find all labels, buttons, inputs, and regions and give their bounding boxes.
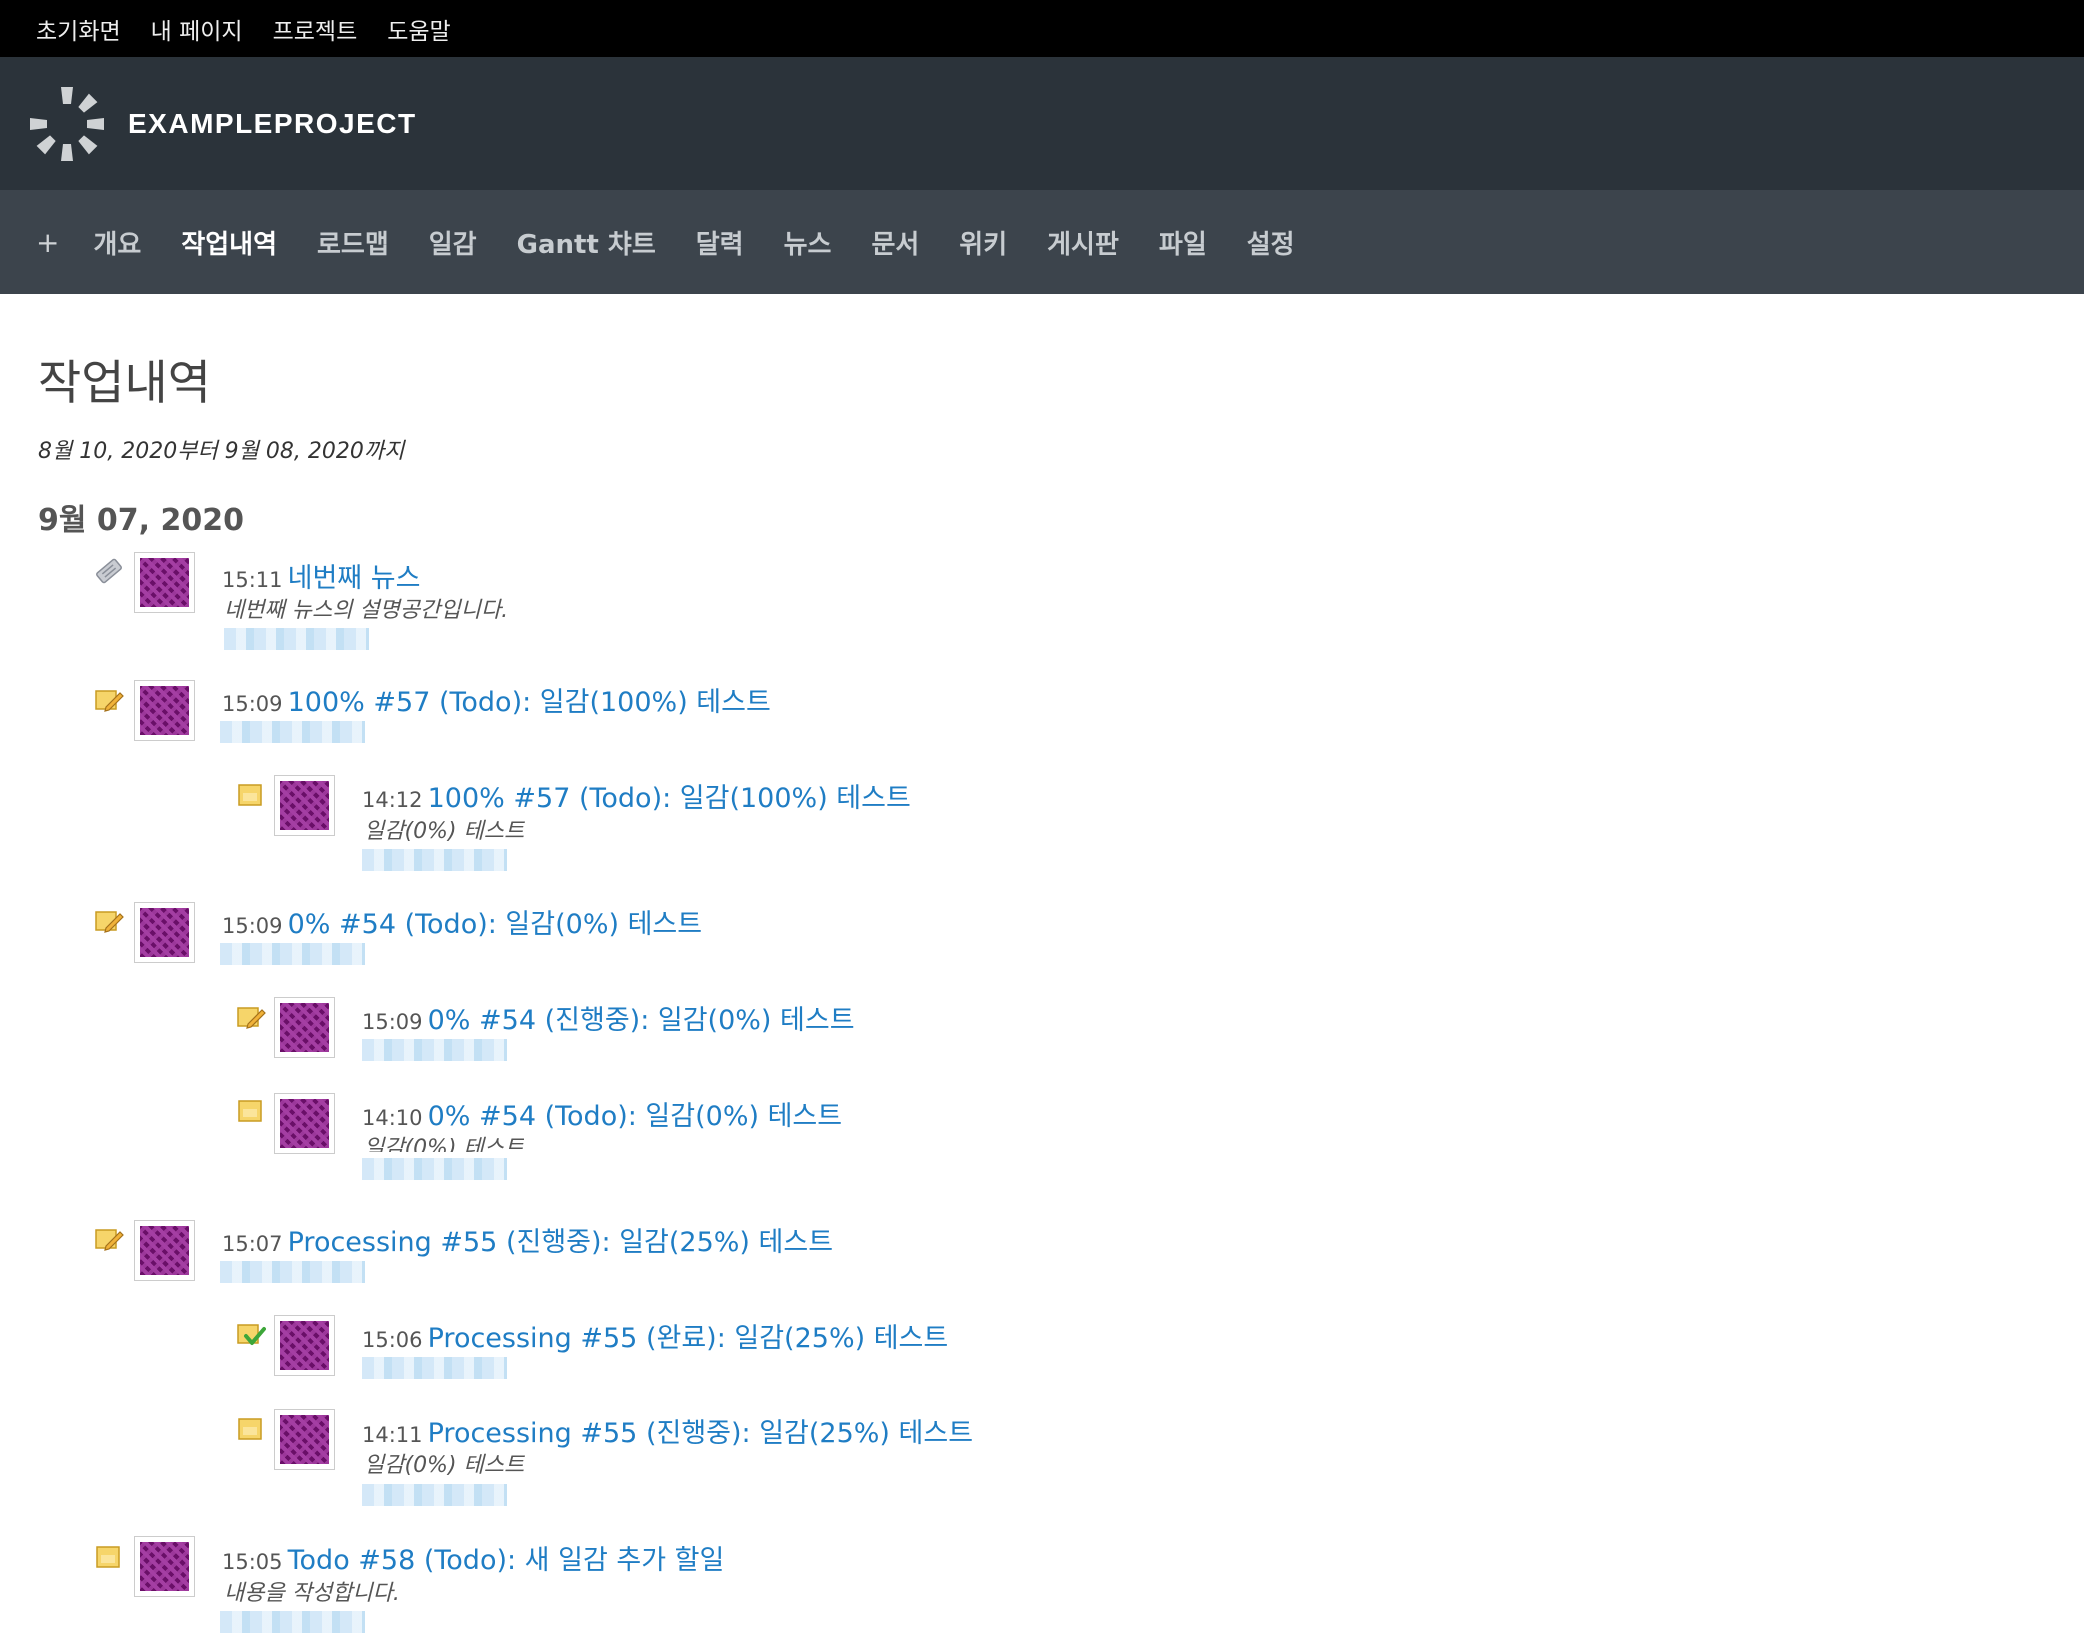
project-title[interactable]: EXAMPLEPROJECT: [128, 108, 417, 140]
activity-link[interactable]: 0% #54 (진행중): 일감(0%) 테스트: [428, 1005, 855, 1036]
activity-time: 15:07: [222, 1232, 283, 1256]
issue-edit-icon: [237, 1007, 266, 1029]
activity-link[interactable]: 100% #57 (Todo): 일감(100%) 테스트: [288, 687, 771, 718]
activity-description: 네번째 뉴스의 설명공간입니다.: [224, 598, 509, 623]
activity-description: 내용을 작성합니다.: [224, 1581, 400, 1606]
issue-icon: [96, 1546, 120, 1568]
top-menu-projects[interactable]: 프로젝트: [273, 12, 358, 46]
activity-time: 14:10: [362, 1106, 423, 1130]
activity-description: 일감(0%) 테스트: [364, 1136, 525, 1152]
issue-icon: [238, 784, 262, 806]
activity-description: 일감(0%) 테스트: [364, 1453, 525, 1478]
activity-time: 15:05: [222, 1550, 283, 1574]
activity-description: 일감(0%) 테스트: [364, 819, 525, 844]
project-header: EXAMPLEPROJECT: [0, 57, 2084, 190]
activity-author[interactable]: [220, 1261, 365, 1283]
activity-time: 15:09: [222, 692, 283, 716]
top-menu: 초기화면 내 페이지 프로젝트 도움말: [0, 0, 2084, 57]
tab-overview[interactable]: 개요: [93, 224, 141, 261]
tab-calendar[interactable]: 달력: [696, 224, 744, 261]
tab-files[interactable]: 파일: [1159, 224, 1207, 261]
activity-link[interactable]: Processing #55 (진행중): 일감(25%) 테스트: [428, 1418, 973, 1449]
activity-time: 15:06: [362, 1328, 423, 1352]
activity-author[interactable]: [362, 1484, 507, 1506]
issue-edit-icon: [95, 690, 124, 712]
activity-author[interactable]: [362, 1357, 507, 1379]
activity-link[interactable]: 0% #54 (Todo): 일감(0%) 테스트: [288, 909, 703, 940]
avatar: [274, 997, 335, 1058]
activity-time: 15:11: [222, 568, 283, 592]
top-menu-help[interactable]: 도움말: [387, 12, 450, 46]
activity-time: 14:11: [362, 1423, 423, 1447]
avatar: [134, 680, 195, 741]
activity-link[interactable]: Processing #55 (진행중): 일감(25%) 테스트: [288, 1227, 833, 1258]
main-menu: + 개요 작업내역 로드맵 일감 Gantt 챠트 달력 뉴스 문서 위키 게시…: [0, 190, 2084, 294]
activity-author[interactable]: [224, 628, 369, 650]
activity-link[interactable]: 네번째 뉴스: [288, 563, 421, 594]
activity-link[interactable]: Processing #55 (완료): 일감(25%) 테스트: [428, 1323, 949, 1354]
avatar: [134, 552, 195, 613]
avatar: [134, 1220, 195, 1281]
avatar: [134, 1536, 195, 1597]
tab-gantt[interactable]: Gantt 챠트: [517, 224, 656, 261]
top-menu-home[interactable]: 초기화면: [36, 12, 121, 46]
tab-wiki[interactable]: 위키: [959, 224, 1007, 261]
activity-author[interactable]: [220, 943, 365, 965]
tab-issues[interactable]: 일감: [429, 224, 477, 261]
tab-news[interactable]: 뉴스: [784, 224, 832, 261]
tab-settings[interactable]: 설정: [1247, 224, 1295, 261]
avatar: [274, 775, 335, 836]
issue-icon: [238, 1418, 262, 1440]
news-icon: [96, 558, 122, 584]
activity-link[interactable]: 0% #54 (Todo): 일감(0%) 테스트: [428, 1101, 843, 1132]
issue-icon: [238, 1100, 262, 1122]
tab-roadmap[interactable]: 로드맵: [317, 224, 389, 261]
avatar: [134, 902, 195, 963]
activity-author[interactable]: [362, 849, 507, 871]
tab-boards[interactable]: 게시판: [1047, 224, 1119, 261]
avatar: [274, 1409, 335, 1470]
new-object-button[interactable]: +: [36, 226, 59, 259]
activity-link[interactable]: 100% #57 (Todo): 일감(100%) 테스트: [428, 783, 911, 814]
activity-author[interactable]: [362, 1039, 507, 1061]
issue-closed-icon: [237, 1324, 266, 1345]
issue-edit-icon: [95, 1229, 124, 1251]
project-logo-icon: [30, 86, 104, 161]
tab-documents[interactable]: 문서: [871, 224, 919, 261]
avatar: [274, 1315, 335, 1376]
issue-edit-icon: [95, 911, 124, 933]
top-menu-my-page[interactable]: 내 페이지: [151, 12, 243, 46]
activity-link[interactable]: Todo #58 (Todo): 새 일감 추가 할일: [288, 1545, 725, 1576]
activity-time: 15:09: [362, 1010, 423, 1034]
activity-author[interactable]: [362, 1158, 507, 1180]
activity-time: 14:12: [362, 788, 423, 812]
content: 작업내역 8월 10, 2020부터 9월 08, 2020까지 9월 07, …: [0, 294, 2084, 539]
page-title: 작업내역: [38, 356, 211, 411]
activity-author[interactable]: [220, 1611, 365, 1633]
date-range: 8월 10, 2020부터 9월 08, 2020까지: [38, 439, 405, 464]
activity-time: 15:09: [222, 914, 283, 938]
day-heading: 9월 07, 2020: [38, 503, 245, 538]
avatar: [274, 1093, 335, 1154]
tab-activity[interactable]: 작업내역: [181, 224, 277, 261]
activity-author[interactable]: [220, 721, 365, 743]
